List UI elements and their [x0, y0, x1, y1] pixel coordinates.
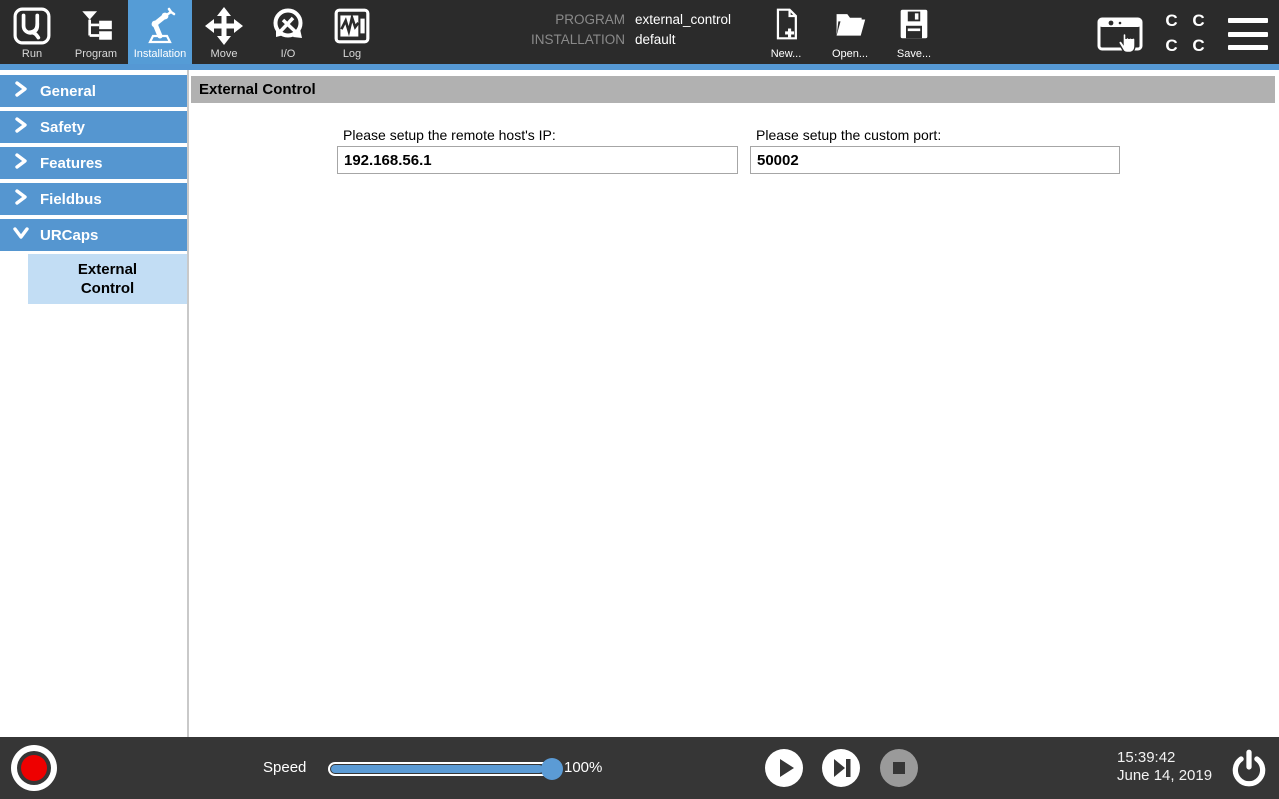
save-floppy-icon: [898, 28, 930, 45]
status-char: C: [1185, 33, 1212, 58]
speed-slider-handle[interactable]: [541, 758, 563, 780]
ur-logo-icon: [13, 4, 51, 48]
chevron-right-icon: [12, 188, 30, 210]
tab-log-label: Log: [343, 48, 361, 61]
speed-slider[interactable]: [328, 762, 560, 776]
main-content: External Control Please setup the remote…: [191, 70, 1279, 737]
move-arrows-icon: [204, 4, 244, 48]
custom-port-label: Please setup the custom port:: [756, 127, 941, 143]
program-installation-info: PROGRAM external_control INSTALLATION de…: [455, 12, 731, 47]
open-button-label: Open...: [821, 48, 879, 60]
log-chart-icon: [333, 4, 371, 48]
power-button[interactable]: [1228, 747, 1270, 789]
subitem-label-line1: External: [78, 260, 137, 279]
sidebar-subitem-external-control[interactable]: External Control: [28, 254, 187, 304]
remote-host-ip-label: Please setup the remote host's IP:: [343, 127, 556, 143]
open-folder-icon: [832, 28, 868, 45]
stop-button[interactable]: [880, 749, 918, 787]
chevron-right-icon: [12, 152, 30, 174]
program-tree-icon: [77, 4, 115, 48]
subitem-label-line2: Control: [81, 279, 134, 298]
speed-value: 100%: [564, 759, 602, 776]
main-tabs: Run Program: [0, 0, 384, 64]
sidebar-item-features[interactable]: Features: [0, 147, 187, 179]
sidebar-item-label: Safety: [40, 119, 85, 136]
custom-port-input[interactable]: [750, 146, 1120, 174]
bottom-bar: Speed 100% 15:39:42 June 14, 2019: [0, 737, 1279, 799]
sidebar-item-urcaps[interactable]: URCaps: [0, 219, 187, 251]
save-button-label: Save...: [885, 48, 943, 60]
program-label: PROGRAM: [455, 12, 625, 27]
tab-run[interactable]: Run: [0, 0, 64, 64]
installation-sidebar: General Safety Features Fieldbus URCaps: [0, 70, 189, 737]
sidebar-item-fieldbus[interactable]: Fieldbus: [0, 183, 187, 215]
robot-arm-icon: [140, 4, 180, 48]
open-button[interactable]: Open...: [821, 7, 879, 60]
top-bar: Run Program: [0, 0, 1279, 70]
remote-host-ip-input[interactable]: [337, 146, 738, 174]
page-title: External Control: [191, 76, 1275, 103]
sidebar-item-label: URCaps: [40, 227, 98, 244]
clock: 15:39:42 June 14, 2019: [1117, 749, 1212, 785]
date-text: June 14, 2019: [1117, 767, 1212, 785]
chevron-right-icon: [12, 80, 30, 102]
tab-program[interactable]: Program: [64, 0, 128, 64]
sidebar-item-general[interactable]: General: [0, 75, 187, 107]
program-name: external_control: [635, 12, 731, 27]
status-char: C: [1185, 8, 1212, 33]
io-arrows-icon: [268, 4, 308, 48]
time-text: 15:39:42: [1117, 749, 1212, 767]
step-button[interactable]: [822, 749, 860, 787]
new-file-icon: [770, 28, 802, 45]
tab-io-label: I/O: [281, 48, 296, 61]
installation-name: default: [635, 32, 731, 47]
status-char: C: [1158, 8, 1185, 33]
tab-io[interactable]: I/O: [256, 0, 320, 64]
sidebar-item-label: Fieldbus: [40, 191, 102, 208]
sidebar-item-label: General: [40, 83, 96, 100]
save-button[interactable]: Save...: [885, 7, 943, 60]
tab-log[interactable]: Log: [320, 0, 384, 64]
chevron-right-icon: [12, 116, 30, 138]
new-button[interactable]: New...: [757, 7, 815, 60]
tab-run-label: Run: [22, 48, 42, 61]
polyscope-screen: Run Program: [0, 0, 1279, 799]
new-button-label: New...: [757, 48, 815, 60]
step-forward-icon: [822, 749, 860, 787]
sidebar-item-safety[interactable]: Safety: [0, 111, 187, 143]
status-char-grid: C C C C: [1158, 8, 1212, 58]
speed-slider-fill: [331, 765, 543, 773]
speed-label: Speed: [263, 759, 306, 776]
hamburger-menu-icon[interactable]: [1228, 18, 1268, 50]
chevron-down-icon: [12, 224, 30, 246]
play-icon: [765, 749, 803, 787]
tab-installation[interactable]: Installation: [128, 0, 192, 70]
play-button[interactable]: [765, 749, 803, 787]
stop-icon: [880, 749, 918, 787]
installation-label: INSTALLATION: [455, 32, 625, 47]
manual-mode-icon[interactable]: [1096, 15, 1146, 55]
robot-status-button[interactable]: [11, 745, 57, 791]
status-char: C: [1158, 33, 1185, 58]
tab-installation-label: Installation: [134, 48, 187, 61]
sidebar-item-label: Features: [40, 155, 103, 172]
power-icon: [1228, 747, 1270, 789]
tab-move-label: Move: [211, 48, 238, 61]
tab-move[interactable]: Move: [192, 0, 256, 64]
robot-status-red-indicator: [21, 755, 47, 781]
tab-program-label: Program: [75, 48, 117, 61]
